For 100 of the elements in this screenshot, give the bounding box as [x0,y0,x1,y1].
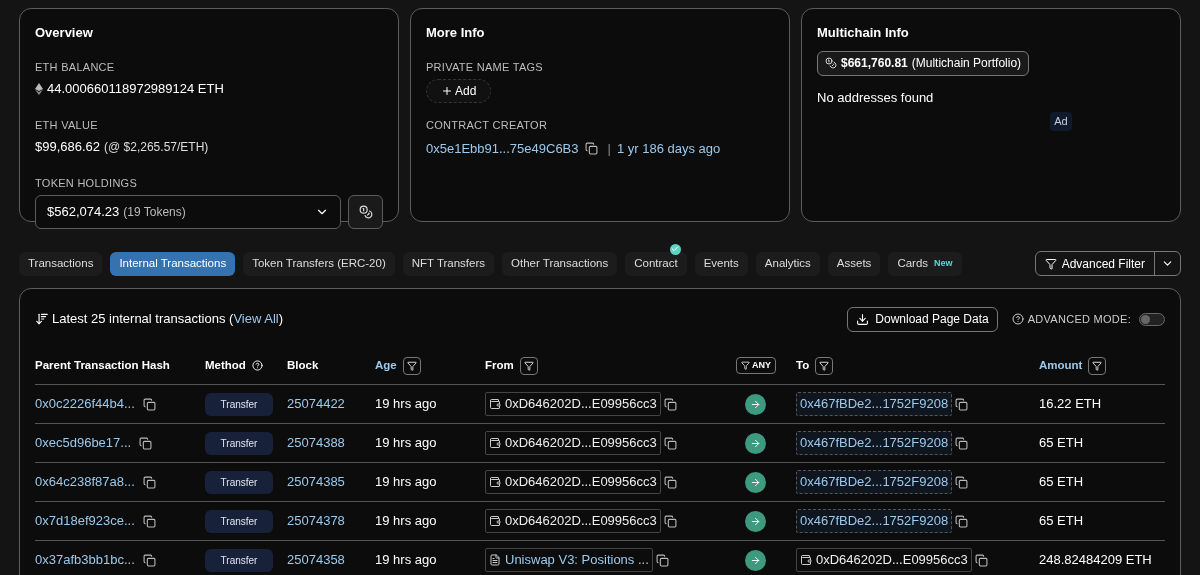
portfolio-button[interactable]: $661,760.81 (Multichain Portfolio) [817,50,1030,76]
address-tag[interactable]: 0xD646202D...E09956cc3 [485,470,661,494]
tab[interactable]: Assets [827,251,881,276]
card-title: Overview [35,24,94,42]
copy-icon[interactable] [139,436,153,450]
token-holdings-dropdown[interactable]: $562,074.23 (19 Tokens) [35,195,341,229]
filter-button[interactable] [815,356,834,375]
creator-address-link[interactable]: 0x5e1Ebb91...75e49C6B3 [426,138,579,158]
transaction-hash-link[interactable]: 0x0c2226f44b4... [35,394,135,414]
column-header: Parent Transaction Hash [35,357,170,373]
field-label: ETH VALUE [35,117,99,133]
eth-value: $99,686.62 [35,138,101,156]
tab[interactable]: Analytics [755,251,820,276]
download-icon [856,312,870,326]
block-link[interactable]: 25074385 [287,474,345,490]
address-tag[interactable]: 0xD646202D...E09956cc3 [485,392,661,416]
field-label: PRIVATE NAME TAGS [426,59,544,75]
tab[interactable]: NFT Transfers [402,251,495,276]
advanced-filter-button[interactable]: Advanced Filter [1035,252,1155,275]
tab[interactable]: Contract [625,251,687,276]
advanced-mode-label: ADVANCED MODE: [1027,311,1131,327]
tab[interactable]: Transactions [19,251,103,276]
wallet-icon [489,437,501,449]
document-icon [489,554,501,566]
address-tag[interactable]: 0xD646202D...E09956cc3 [485,431,661,455]
method-badge: Transfer [205,509,273,533]
column-header[interactable]: Amount [1039,356,1083,375]
address-link[interactable]: 0x467fBDe2...1752F9208 [796,509,953,533]
address-link[interactable]: 0x467fBDe2...1752F9208 [796,470,953,494]
copy-icon[interactable] [655,553,669,567]
address-text: 0xD646202D...E09956cc3 [505,434,657,453]
column-header: To [796,357,810,373]
transaction-hash-link[interactable]: 0x7d18ef923ce... [35,511,135,531]
filter-icon [523,360,534,371]
copy-icon[interactable] [142,514,156,528]
block-link[interactable]: 25074422 [287,396,345,412]
download-button[interactable]: Download Page Data [847,306,998,332]
filter-button[interactable] [402,356,421,375]
block-link[interactable]: 25074358 [287,552,345,568]
plus-icon [441,85,453,97]
add-tag-button[interactable]: Add [426,79,492,103]
block-link[interactable]: 25074388 [287,435,345,451]
column-header[interactable]: Age [375,356,397,375]
tab[interactable]: Events [694,251,748,276]
method-badge: Transfer [205,548,273,572]
address-tag[interactable]: 0xD646202D...E09956cc3 [796,548,972,572]
copy-icon[interactable] [142,553,156,567]
transfer-direction-icon [745,471,766,493]
coins-button[interactable] [348,195,383,229]
copy-icon[interactable] [955,397,969,411]
filter-icon [819,360,830,371]
copy-icon[interactable] [584,141,598,155]
transaction-hash-link[interactable]: 0x64c238f87a8... [35,472,135,492]
filter-button[interactable] [519,356,538,375]
column-header: Method [205,357,246,373]
direction-filter-button[interactable]: ANY [736,357,776,374]
field-label: ETH BALANCE [35,59,116,75]
sort-icon [35,312,49,326]
transfer-direction-icon [745,549,766,571]
copy-icon[interactable] [663,475,677,489]
age-text: 19 hrs ago [375,513,437,529]
copy-icon[interactable] [663,397,677,411]
copy-icon[interactable] [142,475,156,489]
copy-icon[interactable] [974,553,988,567]
copy-icon[interactable] [142,397,156,411]
transaction-hash-link[interactable]: 0xec5d96be17... [35,433,132,453]
tab[interactable]: Token Transfers (ERC-20) [243,251,395,276]
address-link[interactable]: 0x467fBDe2...1752F9208 [796,431,953,455]
contract-tag[interactable]: Uniswap V3: Positions ... [485,548,653,572]
method-badge: Transfer [205,470,273,494]
age-text: 19 hrs ago [375,396,437,412]
creation-age-link[interactable]: 1 yr 186 days ago [616,138,721,158]
block-link[interactable]: 25074378 [287,513,345,529]
contract-name: Uniswap V3: Positions ... [505,551,649,570]
tab[interactable]: Internal Transactions [110,251,236,276]
ad-label: Ad [1050,112,1072,131]
copy-icon[interactable] [663,436,677,450]
ethereum-icon [35,82,43,95]
copy-icon[interactable] [955,436,969,450]
view-all-link[interactable]: View All [233,311,279,327]
tab[interactable]: Cards New [888,251,962,276]
address-link[interactable]: 0x467fBDe2...1752F9208 [796,392,953,416]
advanced-mode-toggle[interactable] [1139,312,1165,326]
copy-icon[interactable] [955,475,969,489]
tab[interactable]: Other Transactions [502,251,618,276]
coins-icon [825,57,837,69]
wallet-icon [489,398,501,410]
help-icon [1011,313,1024,325]
advanced-filter-control[interactable]: Advanced Filter [1034,251,1181,276]
age-text: 19 hrs ago [375,552,437,568]
address-text: 0xD646202D...E09956cc3 [816,551,968,570]
copy-icon[interactable] [663,514,677,528]
filter-button[interactable] [1088,356,1107,375]
copy-icon[interactable] [955,514,969,528]
column-header: Block [287,357,319,373]
summary-text: Latest 25 internal transactions (View All) [52,310,284,329]
wallet-icon [800,554,812,566]
transaction-hash-link[interactable]: 0x37afb3bb1bc... [35,550,135,570]
help-icon [251,360,263,371]
address-tag[interactable]: 0xD646202D...E09956cc3 [485,509,661,533]
